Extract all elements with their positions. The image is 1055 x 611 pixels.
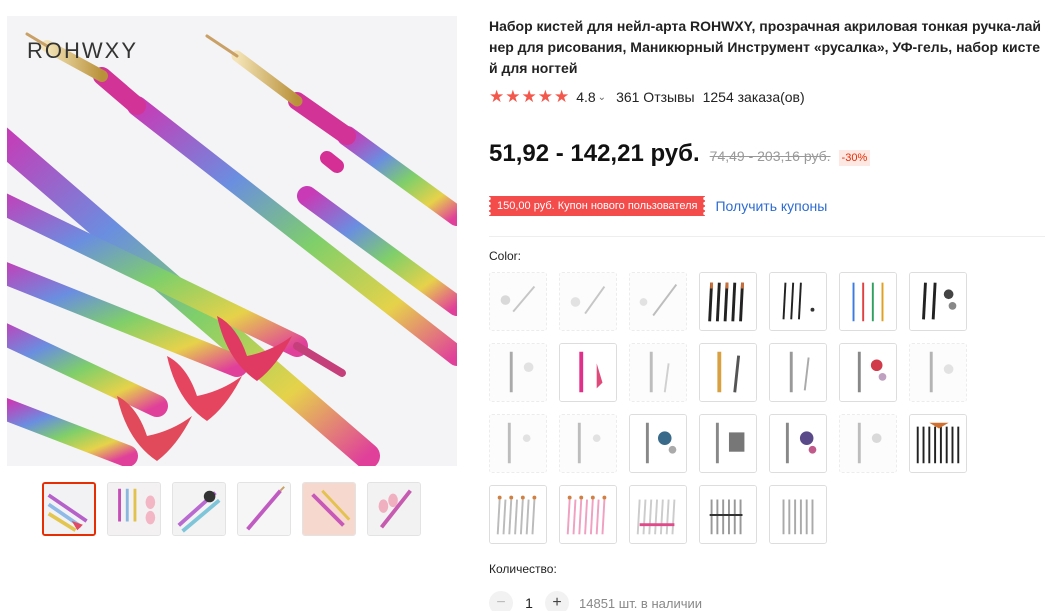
quantity-input[interactable]: 1	[513, 595, 545, 611]
color-option[interactable]	[559, 414, 617, 473]
reviews-link[interactable]: 361 Отзывы	[616, 89, 695, 105]
color-row	[489, 485, 1045, 544]
color-option[interactable]	[769, 414, 827, 473]
orders-count: 1254 заказа(ов)	[702, 89, 805, 105]
new-user-coupon[interactable]: 150,00 руб. Купон нового пользователя	[486, 196, 708, 216]
color-label: Color:	[489, 249, 522, 263]
color-option[interactable]	[769, 485, 827, 544]
brushes-illustration	[7, 32, 457, 466]
increase-button[interactable]: +	[545, 591, 569, 611]
color-option[interactable]	[559, 343, 617, 402]
color-option[interactable]	[489, 414, 547, 473]
rating-value[interactable]: 4.8	[576, 89, 595, 105]
color-option[interactable]	[839, 343, 897, 402]
discount-badge: -30%	[838, 150, 871, 166]
stock-status: 14851 шт. в наличии	[579, 595, 702, 611]
get-coupons-link[interactable]: Получить купоны	[715, 198, 827, 214]
old-price: 74,49 - 203,16 руб.	[709, 148, 831, 164]
thumbnail-2[interactable]	[107, 482, 161, 536]
color-option[interactable]	[909, 414, 967, 473]
color-row	[489, 343, 1045, 402]
thumbnail-3[interactable]	[172, 482, 226, 536]
divider	[489, 236, 1045, 237]
color-option[interactable]	[559, 485, 617, 544]
color-option[interactable]	[909, 272, 967, 331]
color-row	[489, 272, 1045, 331]
main-product-image[interactable]: ROHWXY	[7, 16, 457, 466]
star-rating-icon: ★★★★★	[489, 87, 571, 106]
color-option[interactable]	[699, 343, 757, 402]
thumbnail-4[interactable]	[237, 482, 291, 536]
price-row: 51,92 - 142,21 руб. 74,49 - 203,16 руб. …	[489, 140, 871, 168]
thumbnail-1[interactable]	[42, 482, 96, 536]
brand-logo: ROHWXY	[27, 38, 138, 63]
product-info: Набор кистей для нейл-арта ROHWXY, прозр…	[486, 16, 1045, 611]
color-option[interactable]	[699, 272, 757, 331]
product-page: ROHWXY Набор кистей для нейл-арта ROHWXY…	[0, 0, 1055, 611]
color-option[interactable]	[489, 272, 547, 331]
color-option[interactable]	[839, 272, 897, 331]
thumbnail-strip	[42, 482, 421, 536]
rating-row: ★★★★★ 4.8 ⌄ 361 Отзывы 1254 заказа(ов)	[489, 87, 1045, 107]
color-option[interactable]	[769, 343, 827, 402]
color-option[interactable]	[839, 414, 897, 473]
color-option[interactable]	[909, 343, 967, 402]
quantity-stepper: − 1 + 14851 шт. в наличии	[489, 591, 702, 611]
color-option[interactable]	[699, 414, 757, 473]
color-option[interactable]	[629, 414, 687, 473]
color-option[interactable]	[629, 272, 687, 331]
thumbnail-6[interactable]	[367, 482, 421, 536]
color-option[interactable]	[489, 343, 547, 402]
color-option[interactable]	[629, 485, 687, 544]
quantity-label: Количество:	[489, 562, 557, 576]
coupon-row: 150,00 руб. Купон нового пользователя По…	[486, 196, 827, 216]
color-option[interactable]	[489, 485, 547, 544]
product-title: Набор кистей для нейл-арта ROHWXY, прозр…	[489, 18, 1042, 76]
color-row	[489, 414, 1045, 473]
color-option[interactable]	[699, 485, 757, 544]
decrease-button[interactable]: −	[489, 591, 513, 611]
current-price: 51,92 - 142,21 руб.	[489, 140, 700, 167]
color-option[interactable]	[769, 272, 827, 331]
color-option[interactable]	[629, 343, 687, 402]
chevron-down-icon[interactable]: ⌄	[598, 92, 606, 103]
color-options	[489, 272, 1045, 556]
color-option[interactable]	[559, 272, 617, 331]
thumbnail-5[interactable]	[302, 482, 356, 536]
